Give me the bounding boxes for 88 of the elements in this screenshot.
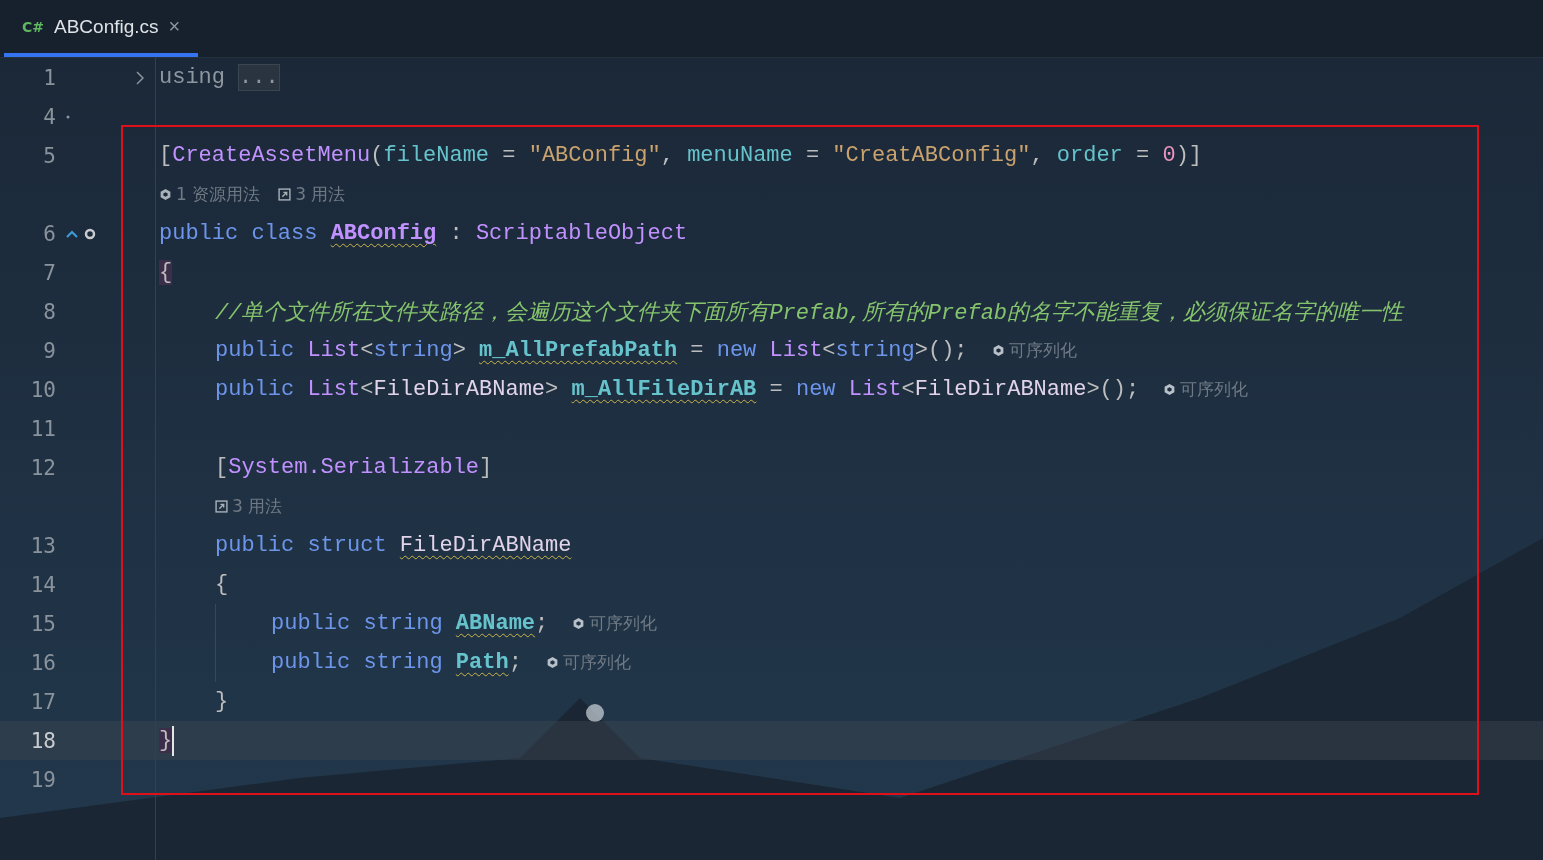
keyword: public string: [271, 650, 444, 675]
punctuation: >: [545, 377, 560, 402]
punctuation: ,: [1030, 143, 1045, 168]
punctuation: ;: [508, 650, 522, 675]
line-number: 16: [29, 650, 56, 675]
punctuation: >();: [914, 338, 968, 363]
parameter-name: order: [1056, 143, 1123, 168]
punctuation: ]: [479, 455, 493, 480]
keyword: string: [835, 338, 915, 363]
string-literal: "CreatABConfig": [832, 143, 1031, 168]
line-number: 9: [42, 338, 56, 363]
line-number: 19: [29, 767, 56, 792]
type-name: FileDirABName: [373, 377, 546, 402]
keyword: public string: [271, 611, 444, 636]
field-name: m_AllPrefabPath: [479, 338, 678, 363]
tab-title: ABConfig.cs: [54, 15, 159, 38]
punctuation: {: [215, 572, 229, 597]
line-number: 13: [29, 533, 56, 558]
hint-text: 可序列化: [1008, 339, 1077, 362]
punctuation: =: [689, 338, 705, 363]
punctuation: <: [901, 377, 915, 402]
line-number: 11: [29, 416, 56, 441]
usage-hint[interactable]: 3 用法: [295, 183, 346, 206]
punctuation: }: [215, 689, 229, 714]
line-number: 4: [42, 104, 56, 129]
keyword: new: [795, 377, 837, 402]
punctuation: >: [452, 338, 467, 363]
punctuation: [: [215, 455, 229, 480]
punctuation: ;: [535, 611, 549, 636]
punctuation: <: [822, 338, 836, 363]
class-name: ABConfig: [330, 221, 437, 246]
punctuation: =: [804, 143, 821, 168]
hint-text: 可序列化: [562, 651, 631, 674]
punctuation: >();: [1086, 377, 1140, 402]
keyword: using: [159, 65, 225, 90]
line-number: 5: [42, 143, 56, 168]
type-name: FileDirABName: [399, 533, 572, 558]
parameter-name: fileName: [383, 143, 490, 168]
punctuation: <: [360, 377, 374, 402]
type-name: ScriptableObject: [475, 221, 688, 246]
hint-text: 可序列化: [1180, 378, 1249, 401]
type-name: CreateAssetMenu: [172, 143, 371, 168]
keyword: new: [716, 338, 758, 363]
line-number: 12: [29, 455, 56, 480]
number-literal: 0: [1162, 143, 1176, 168]
line-number: 17: [29, 689, 56, 714]
line-number: 8: [42, 299, 56, 324]
line-number: 15: [29, 611, 56, 636]
keyword: string: [373, 338, 453, 363]
type-name: FileDirABName: [914, 377, 1087, 402]
punctuation: :: [448, 221, 464, 246]
type-name: System.Serializable: [228, 455, 480, 480]
keyword: public: [215, 338, 296, 363]
field-name: ABName: [455, 611, 536, 636]
punctuation: ,: [660, 143, 675, 168]
type-name: List: [769, 338, 823, 363]
code-comment: //单个文件所在文件夹路径，会遍历这个文件夹下面所有Prefab,所有的Prefab的名字不能重复，必须保证名字的唯一性: [215, 299, 1404, 327]
line-number: 7: [42, 260, 56, 285]
line-number: 10: [29, 377, 56, 402]
punctuation: {: [159, 260, 173, 285]
type-name: List: [307, 338, 361, 363]
punctuation: =: [501, 143, 517, 168]
punctuation: (: [370, 143, 384, 168]
csharp-file-icon: C#: [22, 18, 44, 35]
keyword: public: [215, 377, 296, 402]
punctuation: =: [768, 377, 784, 402]
field-name: m_AllFileDirAB: [571, 377, 757, 402]
punctuation: )]: [1175, 143, 1203, 168]
punctuation: =: [1135, 143, 1151, 168]
type-name: List: [848, 377, 902, 402]
punctuation: }: [159, 728, 173, 753]
folded-code-placeholder[interactable]: ...: [238, 64, 280, 91]
string-literal: "ABConfig": [528, 143, 661, 168]
parameter-name: menuName: [687, 143, 793, 168]
hint-text: 可序列化: [589, 612, 658, 635]
punctuation: <: [360, 338, 374, 363]
close-button[interactable]: ×: [168, 15, 181, 38]
field-name: Path: [455, 650, 509, 675]
usage-hint[interactable]: 1 资源用法: [176, 183, 261, 206]
line-number: 14: [29, 572, 56, 597]
line-number: 18: [29, 728, 56, 753]
punctuation: [: [159, 143, 173, 168]
type-name: List: [307, 377, 361, 402]
usage-hint[interactable]: 3 用法: [232, 495, 283, 518]
keyword: public class: [159, 221, 319, 246]
line-number: 6: [42, 221, 56, 246]
keyword: public struct: [215, 533, 388, 558]
line-number: 1: [42, 65, 56, 90]
